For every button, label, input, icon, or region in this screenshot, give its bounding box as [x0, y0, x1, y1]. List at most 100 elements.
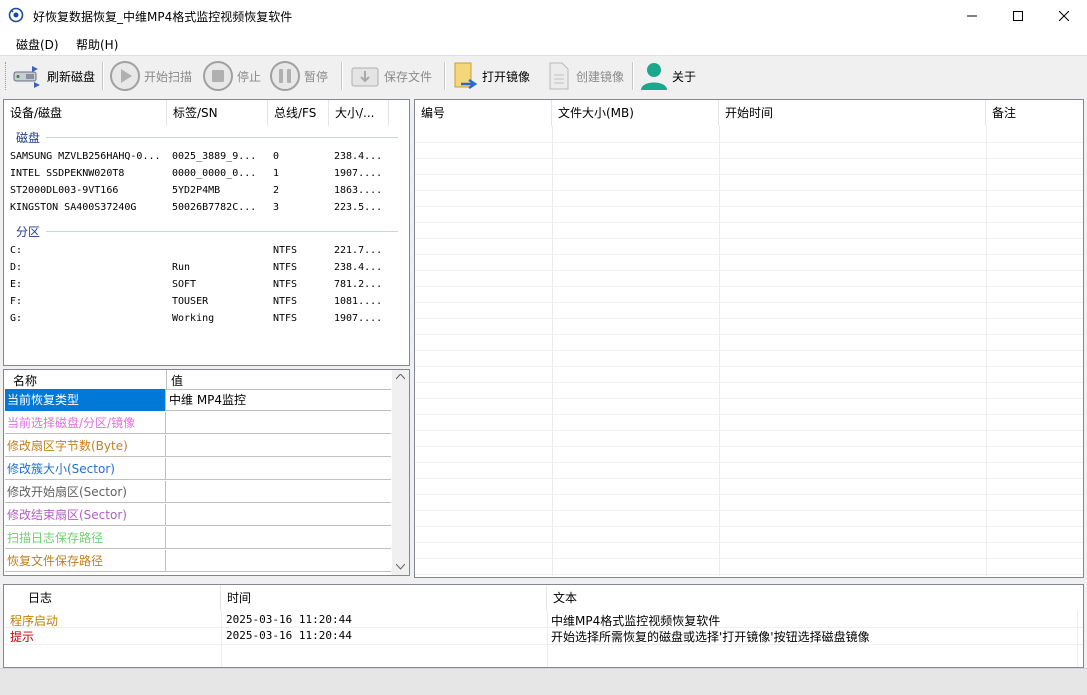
- row-divider: [415, 254, 1083, 255]
- prop-value[interactable]: [167, 458, 391, 480]
- prop-value[interactable]: [167, 527, 391, 549]
- row-divider: [415, 526, 1083, 527]
- disk-sn: 5YD2P4MB: [172, 185, 221, 196]
- row-divider: [415, 414, 1083, 415]
- pause-label: 暂停: [304, 69, 329, 84]
- partition-name: D:: [10, 262, 23, 273]
- col-remark[interactable]: 备注: [986, 100, 1083, 126]
- col-device[interactable]: 设备/磁盘: [4, 100, 167, 126]
- row-divider: [415, 190, 1083, 191]
- row-divider: [415, 478, 1083, 479]
- disk-name: ST2000DL003-9VT166: [10, 185, 119, 196]
- group-divider: [46, 137, 398, 138]
- log-time: 2025-03-16 11:20:44: [226, 629, 352, 642]
- prop-name: 扫描日志保存路径: [5, 527, 166, 549]
- disk-name: SAMSUNG MZVLB256HAHQ-0...: [10, 151, 161, 162]
- prop-log-path-row[interactable]: 扫描日志保存路径: [5, 527, 391, 549]
- prop-value[interactable]: 中维 MP4监控: [167, 389, 391, 411]
- menu-help[interactable]: 帮助(H): [76, 36, 118, 53]
- prop-name: 当前选择磁盘/分区/镜像: [5, 412, 166, 434]
- start-scan-button[interactable]: 开始扫描: [109, 59, 192, 93]
- column-divider: [1077, 611, 1078, 667]
- partition-fs: NTFS: [273, 313, 298, 324]
- col-prop-name: 名称: [13, 374, 38, 388]
- property-grid-header: 名称 值: [5, 370, 391, 390]
- toolbar: 刷新磁盘 开始扫描 停止 暂停 保存文件 打开镜像 创建镜像 关于: [0, 56, 1087, 96]
- file-list-panel: 编号 文件大小(MB) 开始时间 备注: [414, 99, 1084, 578]
- about-button[interactable]: 关于: [639, 59, 696, 93]
- col-log[interactable]: 日志: [4, 585, 221, 611]
- maximize-button[interactable]: [995, 0, 1041, 31]
- row-divider: [415, 206, 1083, 207]
- prop-selected-disk-row[interactable]: 当前选择磁盘/分区/镜像: [5, 412, 391, 434]
- prop-recovery-type-row[interactable]: 当前恢复类型 中维 MP4监控: [5, 389, 391, 411]
- prop-value[interactable]: [167, 412, 391, 434]
- col-time[interactable]: 时间: [221, 585, 547, 611]
- log-time: 2025-03-16 11:20:44: [226, 613, 352, 626]
- scroll-down-icon[interactable]: [396, 564, 405, 570]
- pause-button[interactable]: 暂停: [269, 59, 328, 93]
- log-row[interactable]: 程序启动 2025-03-16 11:20:44 中维MP4格式监控视频恢复软件: [4, 611, 1083, 628]
- open-image-button[interactable]: 打开镜像: [451, 59, 530, 93]
- save-file-icon: [351, 67, 379, 87]
- column-divider: [166, 370, 167, 389]
- row-divider: [415, 222, 1083, 223]
- stop-button[interactable]: 停止: [202, 59, 261, 93]
- prop-start-sector-row[interactable]: 修改开始扇区(Sector): [5, 481, 391, 503]
- scroll-up-icon[interactable]: [396, 374, 405, 380]
- prop-value[interactable]: [167, 481, 391, 503]
- col-number[interactable]: 编号: [415, 100, 552, 126]
- menu-bar: 磁盘(D) 帮助(H): [0, 31, 1087, 56]
- row-divider: [415, 302, 1083, 303]
- partition-name: F:: [10, 296, 23, 307]
- row-divider: [415, 366, 1083, 367]
- toolbar-separator: [102, 62, 104, 90]
- partition-fs: NTFS: [273, 262, 298, 273]
- prop-name: 修改结束扇区(Sector): [5, 504, 166, 526]
- prop-value[interactable]: [167, 504, 391, 526]
- minimize-button[interactable]: [949, 0, 995, 31]
- row-divider: [415, 558, 1083, 559]
- create-image-button[interactable]: 创建镜像: [545, 59, 624, 93]
- app-icon: [8, 7, 24, 23]
- col-bus-fs[interactable]: 总线/FS: [268, 100, 329, 126]
- log-type: 提示: [10, 630, 35, 644]
- prop-save-path-row[interactable]: 恢复文件保存路径: [5, 550, 391, 572]
- log-row[interactable]: 提示 2025-03-16 11:20:44 开始选择所需恢复的磁盘或选择'打开…: [4, 627, 1083, 644]
- property-grid-scrollbar[interactable]: [392, 370, 409, 575]
- prop-name: 修改簇大小(Sector): [5, 458, 166, 480]
- disk-size: 223.5...: [334, 202, 383, 213]
- col-label-sn[interactable]: 标签/SN: [167, 100, 268, 126]
- prop-value[interactable]: [167, 550, 391, 572]
- row-divider: [415, 398, 1083, 399]
- prop-sector-bytes-row[interactable]: 修改扇区字节数(Byte): [5, 435, 391, 457]
- row-divider: [415, 142, 1083, 143]
- col-size[interactable]: 大小/...: [329, 100, 389, 126]
- col-text[interactable]: 文本: [547, 585, 1077, 611]
- col-file-size[interactable]: 文件大小(MB): [552, 100, 719, 126]
- column-divider: [552, 126, 553, 576]
- prop-value[interactable]: [167, 435, 391, 457]
- disk-name: INTEL SSDPEKNW020T8: [10, 168, 125, 179]
- close-button[interactable]: [1041, 0, 1087, 31]
- column-divider: [986, 126, 987, 576]
- menu-disk[interactable]: 磁盘(D): [16, 36, 59, 53]
- refresh-disk-button[interactable]: 刷新磁盘: [12, 59, 95, 93]
- about-label: 关于: [672, 69, 697, 84]
- prop-cluster-size-row[interactable]: 修改簇大小(Sector): [5, 458, 391, 480]
- row-divider: [415, 462, 1083, 463]
- row-divider: [415, 174, 1083, 175]
- refresh-disk-icon: [13, 66, 40, 88]
- disk-bus: 1: [273, 168, 280, 179]
- col-start-time[interactable]: 开始时间: [719, 100, 986, 126]
- play-icon: [110, 61, 140, 91]
- prop-name: 当前恢复类型: [5, 389, 166, 411]
- prop-end-sector-row[interactable]: 修改结束扇区(Sector): [5, 504, 391, 526]
- user-icon: [641, 63, 667, 90]
- column-divider: [221, 611, 222, 667]
- open-image-label: 打开镜像: [482, 69, 531, 84]
- row-divider: [415, 158, 1083, 159]
- save-file-button[interactable]: 保存文件: [349, 59, 432, 93]
- toolbar-separator: [341, 62, 343, 90]
- row-divider: [415, 382, 1083, 383]
